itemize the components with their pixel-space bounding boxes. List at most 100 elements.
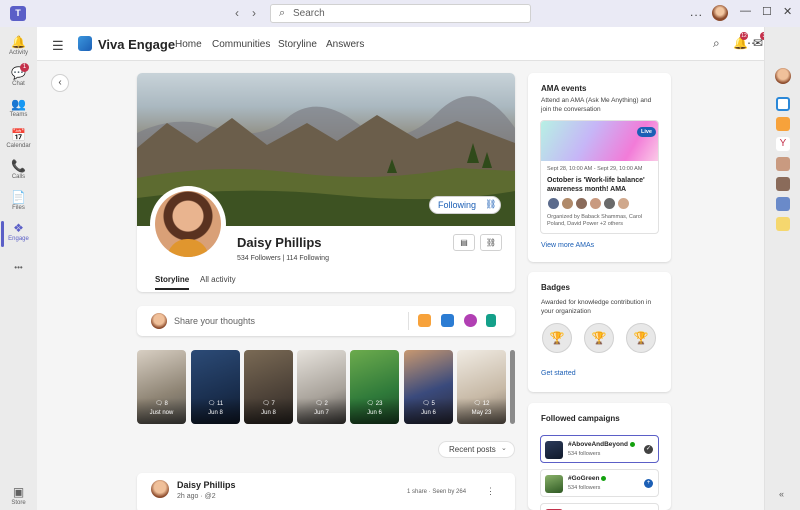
verified-icon (601, 475, 607, 481)
link-icon: ⛓ (485, 199, 497, 209)
rail-item-calls[interactable]: 📞 Calls (0, 159, 37, 189)
verified-icon (629, 441, 635, 447)
people-app-icon[interactable] (776, 157, 790, 171)
rail-item-more-apps[interactable]: ••• (0, 261, 37, 291)
story-comments: 🗨 7 (262, 401, 275, 407)
nav-answers[interactable]: Answers (326, 39, 364, 50)
discussion-icon[interactable] (418, 314, 431, 327)
nav-storyline[interactable]: Storyline (278, 39, 317, 50)
card-title: Followed campaigns (541, 414, 620, 423)
profile-stats: 534 Followers | 114 Following (237, 255, 329, 262)
poll-icon[interactable] (486, 314, 496, 327)
nav-home[interactable]: Home (175, 39, 202, 50)
rail-item-teams[interactable]: 👥 Teams (0, 97, 37, 127)
get-started-link[interactable]: Get started (541, 370, 576, 377)
trophy-badge-icon: 🏆 (542, 323, 572, 353)
ama-events-card: AMA events Attend an AMA (Ask Me Anythin… (528, 73, 671, 262)
story-date: Jun 8 (261, 410, 276, 416)
back-button[interactable]: ‹ (51, 74, 69, 92)
post-author[interactable]: Daisy Phillips (177, 480, 236, 490)
followed-campaigns-card: Followed campaigns #AboveAndBeyond 534 f… (528, 403, 671, 510)
yammer-app-icon[interactable]: Y (776, 137, 790, 151)
phone-icon: 📞 (11, 159, 26, 173)
rail-item-chat[interactable]: 💬 Chat 1 (0, 63, 37, 96)
question-icon[interactable] (441, 314, 454, 327)
sort-label: Recent posts (449, 445, 496, 454)
notes-app-icon[interactable] (776, 117, 790, 131)
following-button[interactable]: Following ⛓ (429, 196, 501, 214)
story-date: May 23 (471, 410, 492, 416)
hamburger-menu-icon[interactable]: ☰ (52, 38, 64, 54)
post-stats: 1 share · Seen by 264 (407, 489, 467, 495)
view-more-amas-link[interactable]: View more AMAs (541, 242, 594, 249)
story-card[interactable]: 🗨 8 Just now (137, 350, 186, 424)
gallery-app-icon[interactable] (776, 197, 790, 211)
check-icon[interactable]: ✓ (644, 445, 653, 454)
rail-item-activity[interactable]: 🔔 Activity (0, 35, 37, 65)
contact-card-icon[interactable]: ▤ (453, 234, 475, 251)
campaign-item[interactable]: #AboveAndBeyond 534 followers ✓ (540, 435, 659, 463)
story-comments: 🗨 11 (207, 401, 224, 407)
rail-label: Teams (9, 112, 28, 118)
post-card: Daisy Phillips 2h ago · @2 1 share · See… (137, 473, 515, 510)
author-avatar[interactable] (151, 480, 169, 498)
rail-label: Chat (12, 81, 25, 87)
rail-label: Store (11, 500, 26, 506)
rail-item-store[interactable]: ▣ Store (0, 485, 37, 510)
app-header: ☰ Viva Engage Home Communities Storyline… (37, 27, 768, 61)
search-input[interactable]: ⌕ Search (270, 4, 531, 23)
sticky-app-icon[interactable] (776, 217, 790, 231)
engage-app: ☰ Viva Engage Home Communities Storyline… (37, 27, 768, 510)
story-card[interactable]: 🗨 11 Jun 8 (191, 350, 240, 424)
maximize-button[interactable]: ☐ (762, 5, 772, 18)
campaign-item[interactable]: #GoGreen 534 followers + (540, 469, 659, 497)
forward-arrow-icon[interactable]: › (252, 6, 256, 20)
tab-all-activity[interactable]: All activity (200, 275, 236, 284)
share-box[interactable]: Share your thoughts (137, 306, 515, 336)
back-arrow-icon[interactable]: ‹ (235, 6, 239, 20)
rail-item-calendar[interactable]: 📅 Calendar (0, 128, 37, 158)
story-card[interactable]: 🗨 23 Jun 6 (350, 350, 399, 424)
copy-link-icon[interactable]: ⛓ (480, 234, 502, 251)
close-button[interactable]: ✕ (783, 5, 792, 18)
story-card[interactable]: 🗨 12 May 23 (457, 350, 506, 424)
chevron-down-icon: ⌄ (501, 445, 507, 452)
story-date: Jun 6 (421, 410, 436, 416)
story-card[interactable]: 🗨 7 Jun 8 (244, 350, 293, 424)
story-card-partial[interactable] (510, 350, 515, 424)
copilot-app-icon[interactable] (776, 97, 790, 111)
event-title: October is 'Work-life balance' awareness… (547, 177, 645, 193)
more-apps-icon: ••• (14, 263, 23, 272)
rail-item-files[interactable]: 📄 Files (0, 190, 37, 220)
story-comments: 🗨 2 (315, 401, 328, 407)
more-options-icon[interactable]: ⋮ (486, 486, 495, 497)
user-avatar (151, 313, 167, 329)
campaign-thumbnail (545, 441, 563, 459)
more-icon[interactable]: ⋯ (747, 36, 759, 50)
bell-icon: 🔔 (11, 35, 26, 49)
chat-icon: 💬 (11, 66, 26, 80)
rail-item-engage[interactable]: ❖ Engage (0, 221, 37, 251)
photos-app-icon[interactable] (776, 177, 790, 191)
trophy-badge-icon: 🏆 (626, 323, 656, 353)
nav-communities[interactable]: Communities (212, 39, 270, 50)
organizer-avatar (589, 197, 602, 210)
praise-icon[interactable] (464, 314, 477, 327)
user-avatar[interactable] (712, 5, 728, 21)
minimize-button[interactable]: — (740, 5, 751, 17)
live-badge: Live (637, 127, 656, 137)
tab-storyline[interactable]: Storyline (155, 275, 190, 290)
organizer-avatar (547, 197, 560, 210)
more-options-icon[interactable]: ... (690, 5, 703, 19)
search-icon[interactable]: ⌕ (713, 36, 720, 51)
story-card[interactable]: 🗨 5 Jun 6 (404, 350, 453, 424)
divider (408, 312, 409, 330)
campaign-item[interactable] (540, 503, 659, 510)
avatar[interactable] (775, 68, 791, 84)
post-meta: 2h ago · @2 (177, 493, 216, 500)
sort-dropdown[interactable]: Recent posts ⌄ (438, 441, 515, 458)
add-icon[interactable]: + (644, 479, 653, 488)
ama-event[interactable]: Live Sept 28, 10:00 AM - Sept 29, 10:00 … (540, 120, 659, 234)
collapse-icon[interactable]: « (779, 489, 784, 499)
story-card[interactable]: 🗨 2 Jun 7 (297, 350, 346, 424)
